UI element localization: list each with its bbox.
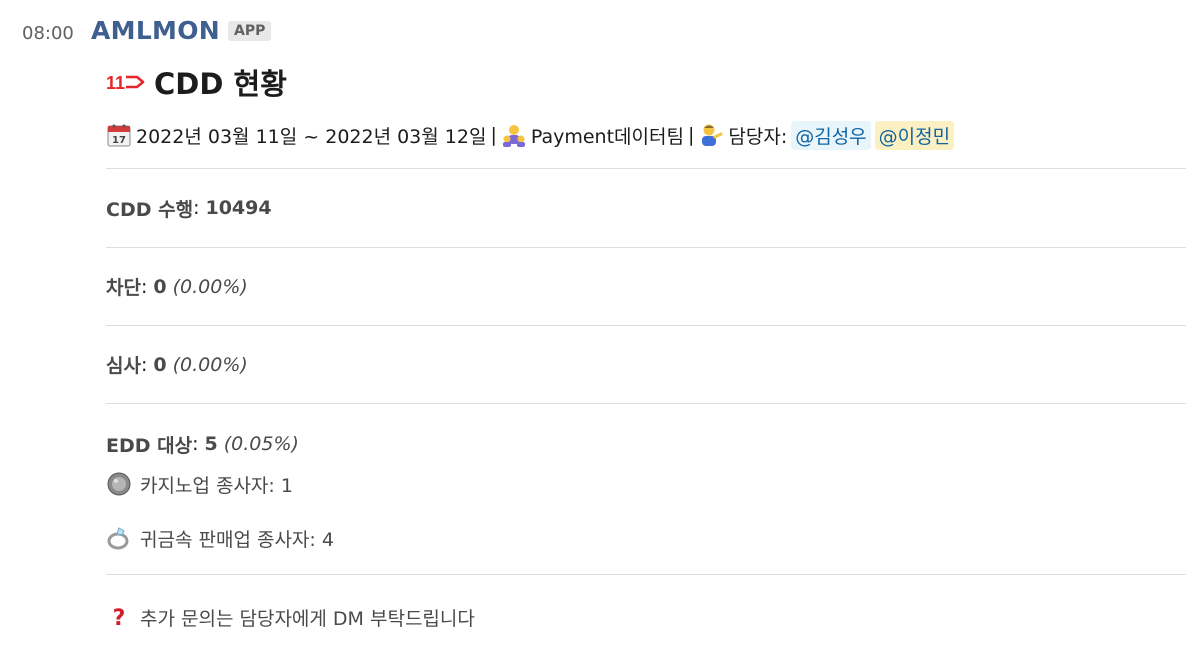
person-tipping-hand-icon bbox=[702, 124, 723, 146]
team-name: Payment데이터팀 bbox=[530, 125, 684, 148]
app-badge: APP bbox=[228, 20, 272, 41]
team-people-icon bbox=[502, 125, 525, 147]
metal-text: 귀금속 판매업 종사자: 4 bbox=[140, 528, 334, 551]
review-value: 0 bbox=[153, 353, 167, 376]
coin-icon bbox=[107, 472, 131, 496]
report-title-row: 11 CDD 현황 bbox=[106, 60, 1186, 104]
mention-user[interactable]: @이정민 bbox=[874, 120, 955, 150]
casino-text: 카지노업 종사자: 1 bbox=[140, 474, 293, 497]
sender-name[interactable]: AMLMON bbox=[91, 16, 220, 45]
review-percent: (0.00%) bbox=[172, 353, 248, 376]
message: 08:00 AMLMON APP 11 CDD 현황 17 2022년 03월 … bbox=[0, 0, 1202, 656]
meta-separator: | bbox=[490, 124, 497, 146]
edd-value: 5 bbox=[204, 433, 218, 455]
red-question-mark-icon: ? bbox=[113, 606, 126, 630]
edd-percent: (0.05%) bbox=[223, 433, 299, 455]
mention-user[interactable]: @김성우 bbox=[791, 120, 871, 150]
owner-label: 담당자: bbox=[728, 125, 788, 148]
cdd-value: 10494 bbox=[205, 197, 272, 219]
report-title: CDD 현황 bbox=[154, 67, 287, 101]
colon: : bbox=[193, 197, 200, 219]
cdd-count-row: CDD 수행 : 10494 bbox=[106, 169, 1186, 247]
ring-icon bbox=[107, 527, 129, 550]
casino-row: 카지노업 종사자: 1 bbox=[106, 470, 1186, 498]
report-meta: 17 2022년 03월 11일 ~ 2022년 03월 12일 | Payme… bbox=[106, 120, 1186, 150]
block-row: 차단 : 0 (0.00%) bbox=[106, 248, 1186, 325]
footer-text: 추가 문의는 담당자에게 DM 부탁드립니다 bbox=[140, 607, 475, 630]
colon: : bbox=[140, 353, 148, 376]
sender-line: AMLMON APP bbox=[91, 16, 272, 45]
calendar-icon: 17 bbox=[107, 124, 131, 147]
metal-row: 귀금속 판매업 종사자: 4 bbox=[106, 524, 1186, 552]
colon: : bbox=[140, 275, 148, 298]
block-percent: (0.00%) bbox=[172, 275, 248, 298]
svg-text:11: 11 bbox=[106, 73, 125, 93]
block-value: 0 bbox=[153, 275, 167, 298]
message-body: 11 CDD 현황 17 2022년 03월 11일 ~ 2022년 03월 1… bbox=[106, 60, 1186, 631]
message-timestamp[interactable]: 08:00 bbox=[22, 23, 74, 44]
report-period: 2022년 03월 11일 ~ 2022년 03월 12일 bbox=[136, 125, 487, 148]
cdd-label: CDD 수행 bbox=[106, 198, 194, 221]
review-row: 심사 : 0 (0.00%) bbox=[106, 326, 1186, 403]
divider bbox=[106, 574, 1186, 575]
footer-row: ? 추가 문의는 담당자에게 DM 부탁드립니다 bbox=[106, 603, 1186, 631]
edd-label: EDD 대상 bbox=[106, 434, 193, 457]
block-label: 차단 bbox=[106, 277, 141, 299]
colon: : bbox=[192, 433, 199, 455]
svg-text:17: 17 bbox=[112, 135, 126, 146]
review-label: 심사 bbox=[106, 355, 141, 377]
svg-text:?: ? bbox=[113, 606, 126, 630]
red-11-arrow-logo-icon: 11 bbox=[106, 73, 145, 93]
meta-separator: | bbox=[687, 124, 695, 146]
